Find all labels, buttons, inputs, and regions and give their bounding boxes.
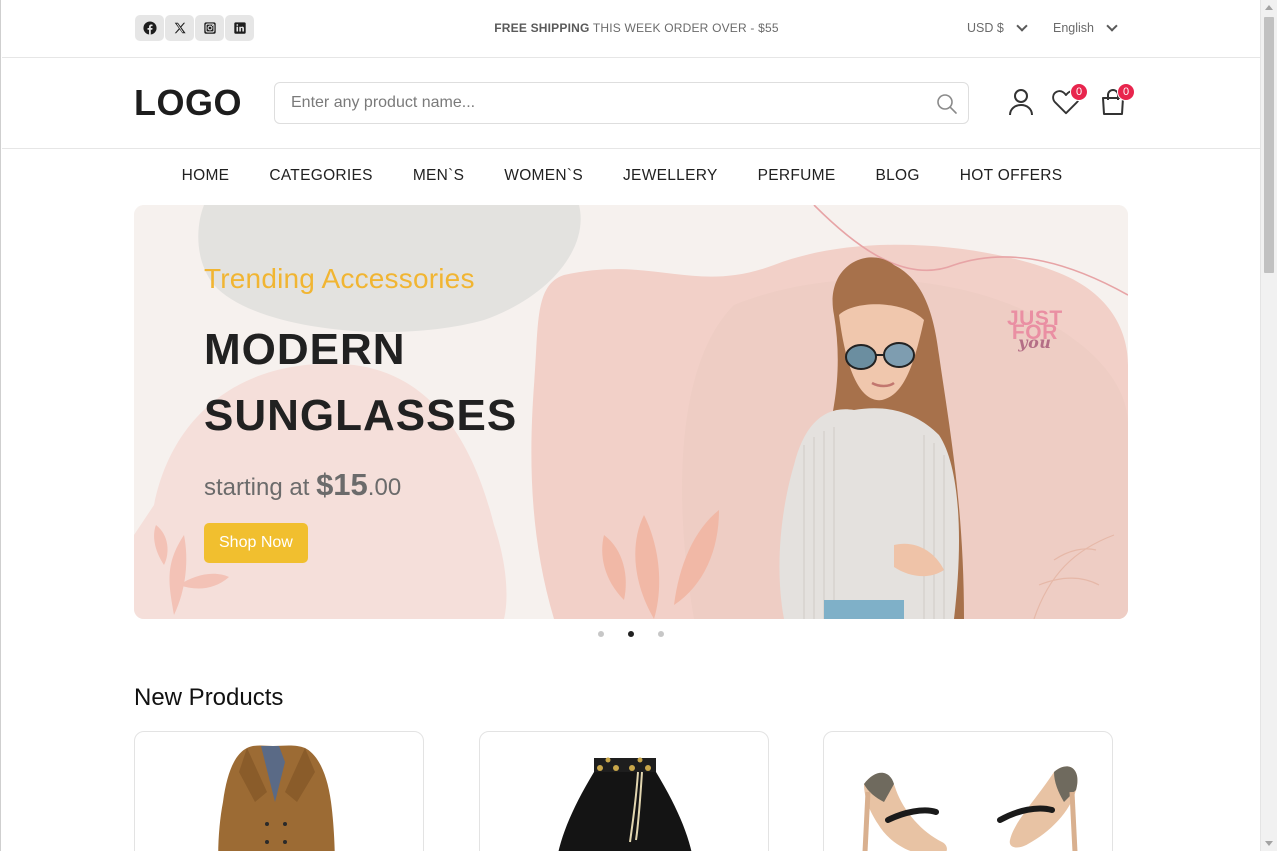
wishlist-count-badge: 0 <box>1070 83 1088 101</box>
nav-item-categories[interactable]: CATEGORIES <box>269 167 372 185</box>
main-nav: HOME CATEGORIES MEN`S WOMEN`S JEWELLERY … <box>1 167 1243 185</box>
cart-count-badge: 0 <box>1117 83 1135 101</box>
carousel-dot-3[interactable] <box>658 631 664 637</box>
hero-title-line1: MODERN <box>204 325 406 374</box>
chevron-down-icon <box>1016 20 1028 32</box>
coat-image <box>218 745 335 851</box>
carousel-dot-1[interactable] <box>598 631 604 637</box>
nav-item-perfume[interactable]: PERFUME <box>758 167 836 185</box>
hero-title-line2: SUNGLASSES <box>204 391 518 440</box>
top-bar: FREE SHIPPING THIS WEEK ORDER OVER - $55… <box>2 0 1261 58</box>
chevron-down-icon <box>1106 20 1118 32</box>
language-select[interactable]: English <box>1053 20 1118 35</box>
search-box <box>274 82 969 124</box>
nav-item-hot-offers[interactable]: HOT OFFERS <box>960 167 1063 185</box>
heels-image <box>862 766 1078 851</box>
scroll-down-arrow-icon[interactable] <box>1265 841 1273 846</box>
currency-value: USD $ <box>967 21 1004 35</box>
product-card[interactable] <box>479 731 769 851</box>
hero-subtitle: Trending Accessories <box>204 263 475 294</box>
hero-content: Trending Accessories MODERN SUNGLASSES s… <box>204 263 517 563</box>
account-button[interactable] <box>1007 88 1035 116</box>
scroll-thumb[interactable] <box>1264 17 1274 273</box>
nav-item-blog[interactable]: BLOG <box>875 167 919 185</box>
cart-button[interactable]: 0 <box>1099 83 1135 116</box>
user-icon <box>1009 89 1033 116</box>
shipping-text: THIS WEEK ORDER OVER - $55 <box>592 21 779 35</box>
vertical-scrollbar[interactable] <box>1260 0 1277 851</box>
page: FREE SHIPPING THIS WEEK ORDER OVER - $55… <box>0 0 1261 851</box>
nav-item-womens[interactable]: WOMEN`S <box>504 167 583 185</box>
hero-title: MODERN SUNGLASSES <box>204 317 517 449</box>
search-icon <box>937 94 957 114</box>
shop-now-button[interactable]: Shop Now <box>204 523 308 563</box>
shipping-bold: FREE SHIPPING <box>494 21 590 35</box>
nav-item-mens[interactable]: MEN`S <box>413 167 464 185</box>
wishlist-button[interactable]: 0 <box>1052 83 1088 116</box>
currency-select[interactable]: USD $ <box>967 20 1028 35</box>
nav-item-jewellery[interactable]: JEWELLERY <box>623 167 718 185</box>
price-cents: .00 <box>367 474 402 501</box>
search-button[interactable] <box>936 93 958 115</box>
scroll-up-arrow-icon[interactable] <box>1265 5 1273 10</box>
price-main: $15 <box>316 467 368 502</box>
hero-banner: Trending Accessories MODERN SUNGLASSES s… <box>134 205 1128 619</box>
just-for-you-badge: JUST FOR you <box>1007 308 1063 351</box>
carousel-dot-2[interactable] <box>628 631 634 637</box>
price-prefix: starting at <box>204 474 310 501</box>
hero-price: starting at $15.00 <box>204 467 517 503</box>
header: LOGO 0 0 <box>2 58 1261 149</box>
language-value: English <box>1053 21 1094 35</box>
product-card[interactable] <box>134 731 424 851</box>
product-card[interactable] <box>823 731 1113 851</box>
nav-item-home[interactable]: HOME <box>182 167 230 185</box>
logo[interactable]: LOGO <box>134 82 242 124</box>
section-title-new-products: New Products <box>134 684 284 711</box>
skirt-image <box>558 757 692 851</box>
search-input[interactable] <box>291 83 931 123</box>
carousel-dots <box>598 631 664 637</box>
